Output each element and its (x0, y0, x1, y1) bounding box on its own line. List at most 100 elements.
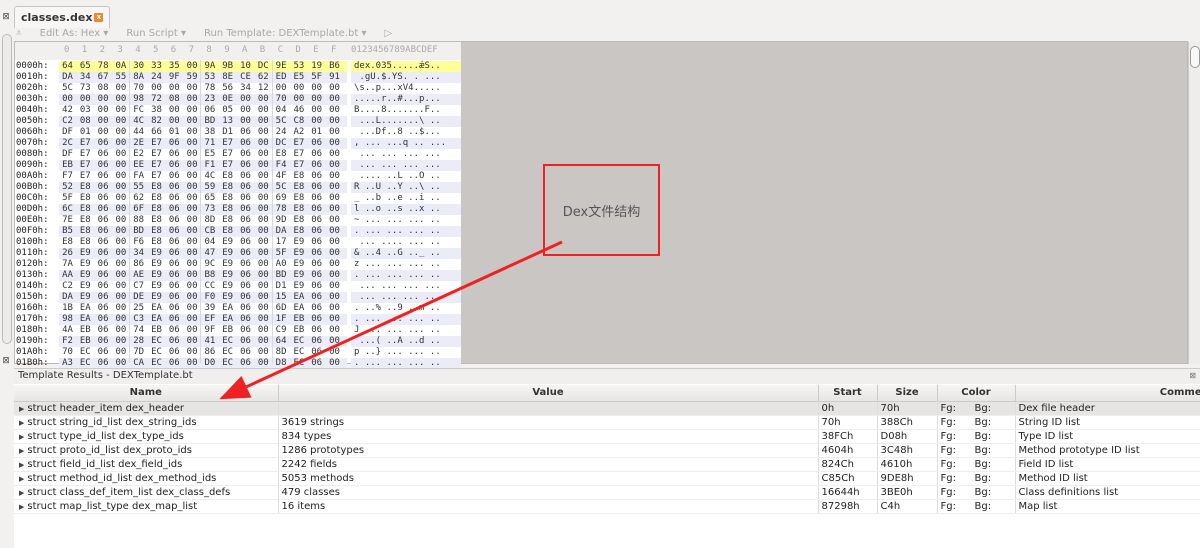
hex-byte[interactable]: 00 (184, 259, 201, 270)
hex-byte[interactable]: 06 (308, 314, 325, 325)
hex-byte[interactable]: E9 (290, 281, 307, 292)
hex-byte[interactable]: 00 (308, 83, 325, 94)
hex-byte[interactable]: 38 (201, 127, 218, 138)
hex-byte[interactable]: 00 (184, 204, 201, 215)
hex-byte[interactable]: 78 (95, 61, 112, 72)
hex-bytes[interactable]: 98 EA 06 00 C3 EA 06 00 EF EA 06 00 1F EB 06 00 (59, 314, 347, 325)
table-row[interactable]: ▶ struct field_id_list dex_field_ids 2242… (14, 457, 1200, 472)
hex-byte[interactable]: E8 (219, 226, 236, 237)
hex-byte[interactable]: 59 (184, 72, 201, 83)
hex-byte[interactable]: 65 (77, 61, 94, 72)
hex-row[interactable]: 0110h: 26 E9 06 00 34 E9 06 00 47 E9 06 00 5F E9 06 00 & … (15, 248, 461, 259)
hex-byte[interactable]: 00 (326, 116, 343, 127)
hex-byte[interactable]: 73 (77, 83, 94, 94)
color-cell[interactable]: Fg: Bg: (937, 401, 1016, 416)
hex-byte[interactable]: 00 (148, 83, 165, 94)
hex-byte[interactable]: E9 (290, 248, 307, 259)
close-icon[interactable]: ⊠ (1189, 371, 1196, 380)
hex-byte[interactable]: 24 (148, 72, 165, 83)
hex-byte[interactable]: 00 (184, 94, 201, 105)
hex-byte[interactable]: BD (130, 226, 147, 237)
hex-byte[interactable]: F2 (59, 336, 76, 347)
hex-byte[interactable]: 06 (237, 281, 254, 292)
hex-byte[interactable]: 74 (130, 325, 147, 336)
hex-byte[interactable]: 06 (95, 182, 112, 193)
hex-byte[interactable]: EB (77, 336, 94, 347)
hex-byte[interactable]: 00 (326, 171, 343, 182)
hex-byte[interactable]: 00 (112, 292, 129, 303)
hex-byte[interactable]: 00 (59, 94, 76, 105)
ascii-text[interactable]: . ... ... ... .. (351, 314, 461, 325)
hex-byte[interactable]: E9 (219, 248, 236, 259)
hex-byte[interactable]: E7 (77, 138, 94, 149)
hex-byte[interactable]: E9 (148, 292, 165, 303)
expand-triangle-icon[interactable]: ▶ (19, 405, 24, 413)
hex-byte[interactable]: 00 (255, 314, 272, 325)
hex-byte[interactable]: 00 (184, 149, 201, 160)
hex-byte[interactable]: 00 (255, 281, 272, 292)
hex-byte[interactable]: E7 (219, 138, 236, 149)
hex-byte[interactable]: 00 (326, 138, 343, 149)
hex-byte[interactable]: 26 (59, 248, 76, 259)
hex-byte[interactable]: EF (201, 314, 218, 325)
hex-byte[interactable]: 6D (273, 303, 290, 314)
hex-byte[interactable]: EB (290, 314, 307, 325)
hex-byte[interactable]: 00 (95, 116, 112, 127)
hex-byte[interactable]: 00 (112, 336, 129, 347)
hex-byte[interactable]: 06 (308, 259, 325, 270)
hex-byte[interactable]: EC (148, 336, 165, 347)
hex-byte[interactable]: 6C (59, 204, 76, 215)
hex-byte[interactable]: E8 (219, 171, 236, 182)
hex-byte[interactable]: 9D (273, 215, 290, 226)
hex-byte[interactable]: 00 (112, 281, 129, 292)
hex-byte[interactable]: 00 (326, 182, 343, 193)
hex-byte[interactable]: 78 (273, 204, 290, 215)
hex-byte[interactable]: E8 (219, 182, 236, 193)
hex-byte[interactable]: C8 (290, 116, 307, 127)
hex-byte[interactable]: 00 (112, 149, 129, 160)
hex-byte[interactable]: 62 (255, 72, 272, 83)
hex-byte[interactable]: 06 (166, 314, 183, 325)
hex-byte[interactable]: 06 (308, 237, 325, 248)
hex-byte[interactable]: 9F (201, 325, 218, 336)
hex-byte[interactable]: 06 (308, 215, 325, 226)
ascii-text[interactable]: \s..p...xV4..... (351, 83, 461, 94)
hex-byte[interactable]: 00 (308, 116, 325, 127)
hex-byte[interactable]: EA (148, 314, 165, 325)
hex-byte[interactable]: E9 (290, 259, 307, 270)
hex-byte[interactable]: 00 (326, 215, 343, 226)
hex-byte[interactable]: 67 (95, 72, 112, 83)
hex-byte[interactable]: 06 (166, 182, 183, 193)
hex-byte[interactable]: DA (273, 226, 290, 237)
hex-byte[interactable]: 19 (308, 61, 325, 72)
hex-row[interactable]: 0000h: 64 65 78 0A 30 33 35 00 9A 9B 10 DC 9E 53 19 B6 de… (15, 61, 461, 72)
hex-byte[interactable]: 00 (255, 94, 272, 105)
expand-triangle-icon[interactable]: ▶ (19, 489, 24, 497)
hex-byte[interactable]: 04 (273, 105, 290, 116)
hex-byte[interactable]: 00 (184, 347, 201, 358)
hex-byte[interactable]: 06 (308, 193, 325, 204)
hex-byte[interactable]: 39 (201, 303, 218, 314)
hex-byte[interactable]: EC (290, 347, 307, 358)
close-panel-icon[interactable]: ⊠ (1, 12, 11, 22)
hex-byte[interactable]: 00 (112, 314, 129, 325)
hex-bytes[interactable]: 00 00 00 00 98 72 08 00 23 0E 00 00 70 00 00 00 (59, 94, 347, 105)
hex-byte[interactable]: 64 (273, 336, 290, 347)
hex-byte[interactable]: 00 (308, 94, 325, 105)
hex-byte[interactable]: 00 (112, 138, 129, 149)
hex-byte[interactable]: 00 (255, 138, 272, 149)
hex-byte[interactable]: 5C (59, 83, 76, 94)
hex-byte[interactable]: 06 (95, 204, 112, 215)
hex-byte[interactable]: 06 (237, 347, 254, 358)
hex-byte[interactable]: 66 (148, 127, 165, 138)
hex-byte[interactable]: 00 (184, 248, 201, 259)
hex-byte[interactable]: B6 (326, 61, 343, 72)
name-cell[interactable]: ▶ struct header_item dex_header (14, 401, 279, 416)
hex-byte[interactable]: 55 (112, 72, 129, 83)
hex-byte[interactable]: DA (59, 72, 76, 83)
hex-byte[interactable]: EE (130, 160, 147, 171)
hex-byte[interactable]: 06 (308, 325, 325, 336)
hex-byte[interactable]: F0 (201, 292, 218, 303)
hex-byte[interactable]: 28 (130, 336, 147, 347)
hex-bytes[interactable]: B5 E8 06 00 BD E8 06 00 CB E8 06 00 DA E8 06 00 (59, 226, 347, 237)
